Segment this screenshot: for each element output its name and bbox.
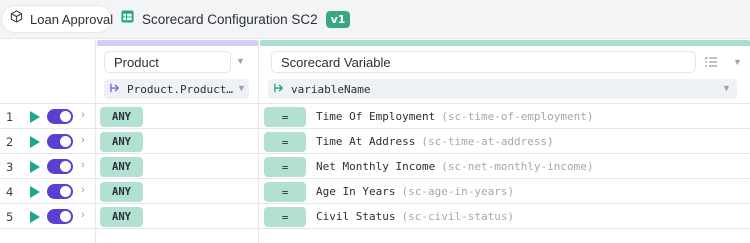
play-icon[interactable] (30, 186, 40, 198)
input-arrow-icon (274, 83, 285, 96)
grid-divider (0, 38, 750, 39)
product-column-bar (97, 40, 258, 46)
table-row: 5 › ANY = Civil Status (sc-civil-status) (0, 204, 750, 229)
table-row: 2 › ANY = Time At Address (sc-time-at-add… (0, 129, 750, 154)
variable-cell[interactable]: Time At Address (sc-time-at-address) (316, 135, 554, 148)
product-condition-chip[interactable]: ANY (100, 207, 143, 227)
play-icon[interactable] (30, 161, 40, 173)
table-icon (121, 10, 134, 28)
chevron-down-icon[interactable]: ▼ (236, 56, 245, 66)
row-number: 4 (6, 185, 14, 199)
row-number: 2 (6, 135, 14, 149)
product-condition-chip[interactable]: ANY (100, 107, 143, 127)
chevron-right-icon[interactable]: › (81, 109, 85, 121)
variable-cell[interactable]: Age In Years (sc-age-in-years) (316, 185, 514, 198)
variable-name: Time At Address (316, 135, 416, 148)
chevron-right-icon[interactable]: › (81, 209, 85, 221)
row-enabled-toggle[interactable] (47, 159, 73, 174)
operator-chip[interactable]: = (264, 182, 306, 202)
variable-column-title[interactable]: Scorecard Variable (271, 51, 696, 73)
row-enabled-toggle[interactable] (47, 134, 73, 149)
variable-cell[interactable]: Net Monthly Income (sc-net-monthly-income… (316, 160, 594, 173)
chevron-right-icon[interactable]: › (81, 159, 85, 171)
variable-id: (sc-time-at-address) (421, 135, 554, 148)
version-badge: v1 (325, 10, 351, 28)
row-number: 3 (6, 160, 14, 174)
variable-name: Civil Status (316, 210, 396, 223)
variable-id: (sc-age-in-years) (401, 185, 515, 198)
row-enabled-toggle[interactable] (47, 184, 73, 199)
list-settings-icon[interactable] (704, 55, 718, 73)
project-name: Loan Approval (30, 11, 114, 27)
product-binding-value: Product.Product… (127, 82, 233, 96)
product-binding-select[interactable]: Product.Product… (104, 79, 249, 99)
chevron-right-icon[interactable]: › (81, 184, 85, 196)
variable-cell[interactable]: Time Of Employment (sc-time-of-employment… (316, 110, 594, 123)
project-chip[interactable]: Loan Approval (2, 6, 114, 32)
variable-column-label: Scorecard Variable (281, 54, 391, 70)
row-enabled-toggle[interactable] (47, 209, 73, 224)
play-icon[interactable] (30, 111, 40, 123)
product-condition-chip[interactable]: ANY (100, 182, 143, 202)
table-row: 1 › ANY = Time Of Employment (sc-time-of-… (0, 104, 750, 129)
row-number: 5 (6, 210, 14, 224)
chevron-right-icon[interactable]: › (81, 134, 85, 146)
variable-binding-value: variableName (291, 82, 371, 96)
variable-name: Age In Years (316, 185, 396, 198)
chevron-down-icon[interactable]: ▼ (237, 83, 246, 93)
operator-chip[interactable]: = (264, 207, 306, 227)
breadcrumb: Scorecard Configuration SC2 v1 (121, 6, 351, 32)
input-arrow-icon (110, 83, 121, 96)
cube-icon (10, 10, 23, 28)
table-row: 3 › ANY = Net Monthly Income (sc-net-mont… (0, 154, 750, 179)
product-condition-chip[interactable]: ANY (100, 157, 143, 177)
product-column-title[interactable]: Product (104, 51, 231, 73)
variable-id: (sc-net-monthly-income) (441, 160, 594, 173)
table-row: 4 › ANY = Age In Years (sc-age-in-years) (0, 179, 750, 204)
variable-cell[interactable]: Civil Status (sc-civil-status) (316, 210, 514, 223)
chevron-down-icon[interactable]: ▼ (722, 83, 731, 93)
chevron-down-icon[interactable]: ▼ (733, 57, 742, 67)
operator-chip[interactable]: = (264, 157, 306, 177)
variable-id: (sc-time-of-employment) (441, 110, 594, 123)
play-icon[interactable] (30, 136, 40, 148)
variable-binding-select[interactable]: variableName (268, 79, 737, 99)
product-column-label: Product (114, 54, 159, 70)
page-title: Scorecard Configuration SC2 (142, 11, 318, 27)
top-bar: Loan Approval Scorecard Configuration SC… (0, 0, 750, 38)
product-condition-chip[interactable]: ANY (100, 132, 143, 152)
operator-chip[interactable]: = (264, 107, 306, 127)
row-enabled-toggle[interactable] (47, 109, 73, 124)
variable-name: Time Of Employment (316, 110, 436, 123)
variable-column-bar (260, 40, 750, 46)
play-icon[interactable] (30, 211, 40, 223)
row-number: 1 (6, 110, 14, 124)
variable-name: Net Monthly Income (316, 160, 436, 173)
operator-chip[interactable]: = (264, 132, 306, 152)
variable-id: (sc-civil-status) (401, 210, 515, 223)
